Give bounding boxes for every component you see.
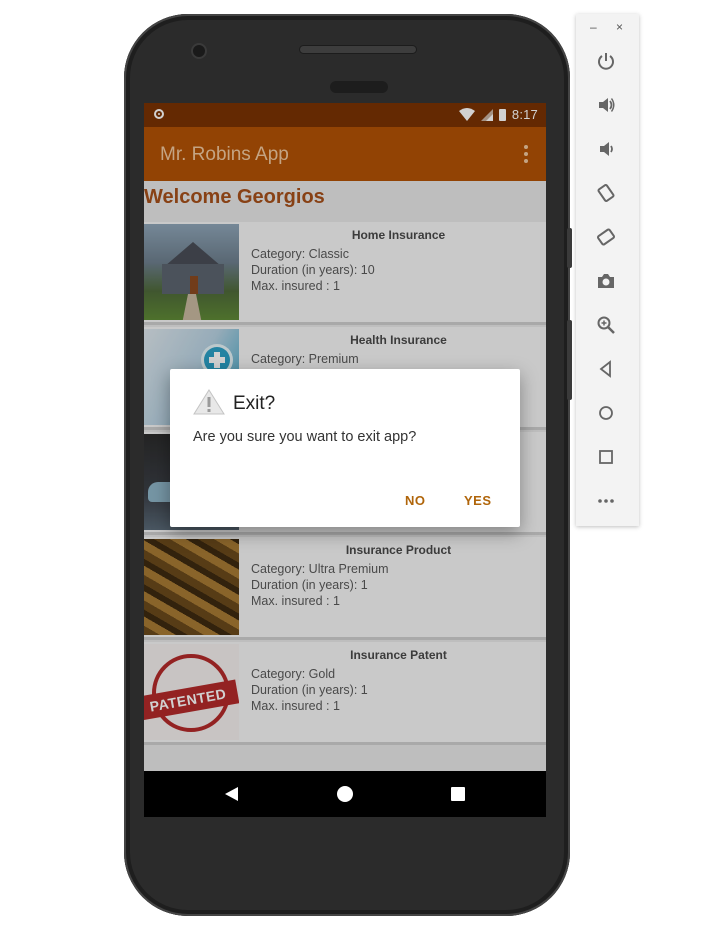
camera-icon[interactable] [593,268,619,294]
warning-icon [193,389,225,415]
phone-volume-button [567,320,572,400]
front-camera [193,45,205,57]
phone-power-button [567,228,572,268]
yes-button[interactable]: YES [464,493,492,508]
home-icon[interactable] [593,400,619,426]
volume-up-icon[interactable] [593,92,619,118]
overview-icon[interactable] [593,444,619,470]
navigation-bar [144,771,546,817]
more-icon[interactable] [593,488,619,514]
nav-recents-icon[interactable] [451,787,465,801]
rotate-right-icon[interactable] [593,224,619,250]
earpiece-speaker [300,46,416,53]
close-button[interactable]: × [616,20,623,34]
proximity-sensor [330,81,388,93]
rotate-left-icon[interactable] [593,180,619,206]
volume-down-icon[interactable] [593,136,619,162]
nav-back-icon[interactable] [225,787,238,801]
dialog-message: Are you sure you want to exit app? [193,429,417,445]
minimize-button[interactable]: – [590,20,597,34]
dialog-title: Exit? [233,393,276,414]
zoom-icon[interactable] [593,312,619,338]
power-icon[interactable] [593,48,619,74]
no-button[interactable]: NO [405,493,426,508]
nav-home-icon[interactable] [337,786,353,802]
exit-dialog: Exit? Are you sure you want to exit app?… [170,369,520,527]
emulator-toolbar: – × [576,14,639,526]
back-icon[interactable] [593,356,619,382]
